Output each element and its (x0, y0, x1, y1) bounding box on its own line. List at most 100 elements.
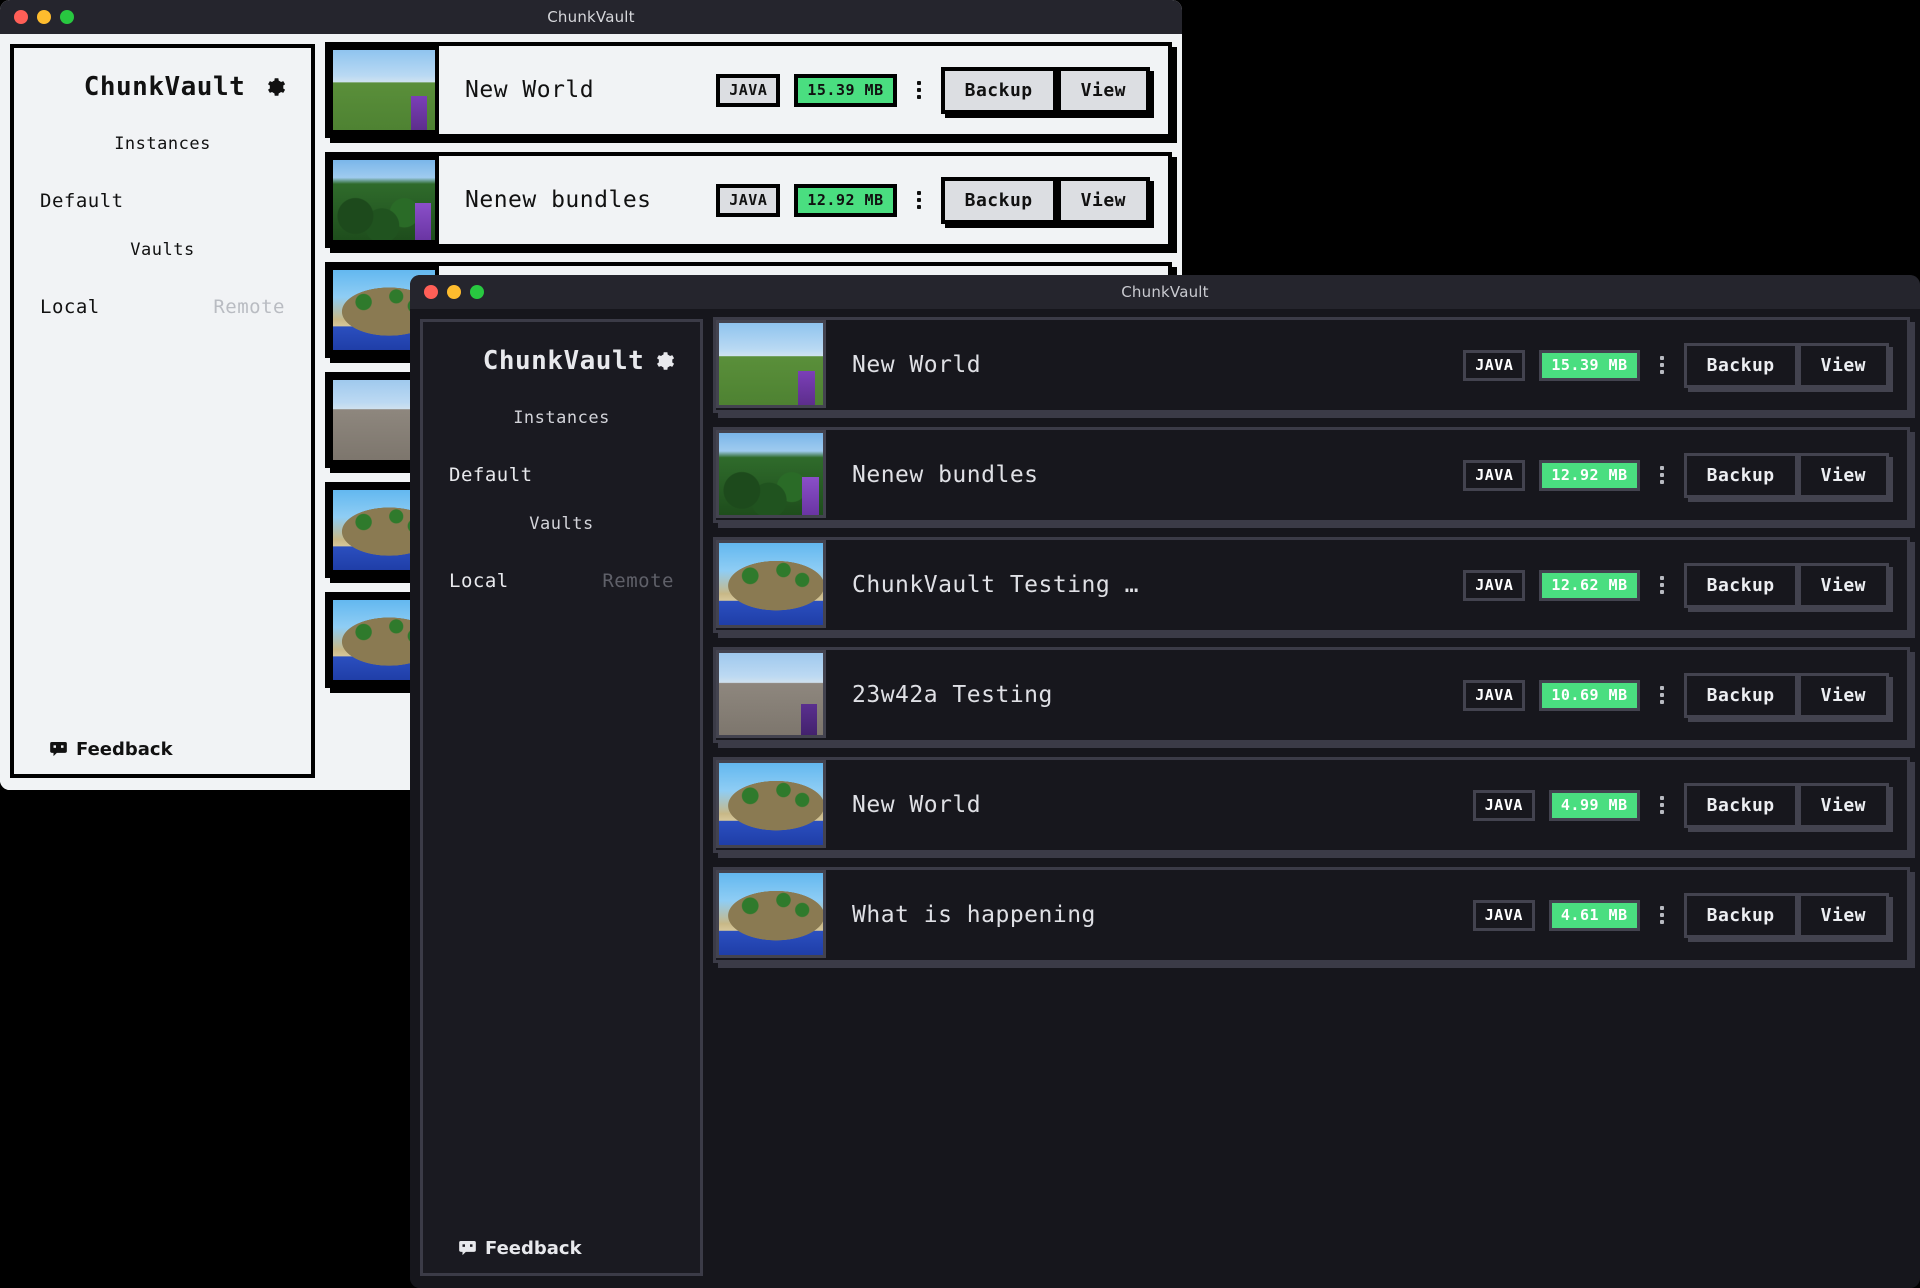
sidebar-panel: ChunkVault Instances Default Vaults (420, 319, 703, 1276)
traffic-lights-dark[interactable] (424, 285, 484, 299)
kebab-menu-icon[interactable] (1654, 356, 1670, 374)
titlebar-light[interactable]: ChunkVault (0, 0, 1182, 34)
platform-badge: JAVA (1473, 900, 1535, 931)
comment-icon (459, 1241, 476, 1256)
world-row[interactable]: Nenew bundlesJAVA12.92 MBBackupView (713, 427, 1910, 523)
world-row[interactable]: What is happeningJAVA4.61 MBBackupView (713, 867, 1910, 963)
world-row-actions: JAVA12.92 MBBackupView (716, 177, 1150, 224)
backup-button[interactable]: Backup (1684, 563, 1798, 608)
view-button[interactable]: View (1057, 177, 1150, 224)
world-row[interactable]: 23w42a TestingJAVA10.69 MBBackupView (713, 647, 1910, 743)
world-thumbnail (329, 156, 439, 244)
world-row-actions: JAVA4.61 MBBackupView (1473, 893, 1889, 938)
feedback-label: Feedback (76, 739, 173, 760)
sidebar-section-instances-label: Instances (441, 408, 682, 428)
kebab-menu-icon[interactable] (1654, 906, 1670, 924)
world-row[interactable]: Nenew bundles JAVA12.92 MBBackupView (325, 152, 1172, 248)
sidebar-dark: ChunkVault Instances Default Vaults (410, 309, 713, 1288)
vaults-nav: Local Remote (32, 296, 293, 318)
world-row-content: New WorldJAVA15.39 MBBackupView (826, 320, 1907, 410)
size-badge: 12.62 MB (1539, 570, 1639, 601)
world-row-actions: JAVA10.69 MBBackupView (1463, 673, 1889, 718)
platform-badge: JAVA (716, 74, 780, 107)
row-button-group: BackupView (1684, 783, 1889, 828)
kebab-menu-icon[interactable] (1654, 466, 1670, 484)
view-button[interactable]: View (1798, 453, 1889, 498)
view-button[interactable]: View (1798, 563, 1889, 608)
platform-badge: JAVA (1473, 790, 1535, 821)
world-name: Nenew bundles (465, 187, 652, 213)
row-button-group: BackupView (941, 67, 1150, 114)
kebab-menu-icon[interactable] (911, 81, 927, 99)
sidebar-item-local[interactable]: Local (40, 296, 100, 318)
backup-button[interactable]: Backup (1684, 453, 1798, 498)
backup-button[interactable]: Backup (1684, 343, 1798, 388)
comment-icon (50, 742, 67, 757)
view-button[interactable]: View (1798, 673, 1889, 718)
view-button[interactable]: View (1798, 343, 1889, 388)
world-name: Nenew bundles (852, 462, 1039, 488)
kebab-menu-icon[interactable] (911, 191, 927, 209)
world-thumbnail (716, 430, 826, 518)
backup-button[interactable]: Backup (941, 67, 1057, 114)
maximize-button-icon[interactable] (60, 10, 74, 24)
backup-button[interactable]: Backup (1684, 673, 1798, 718)
world-row[interactable]: New WorldJAVA15.39 MBBackupView (713, 317, 1910, 413)
world-name: New World (852, 352, 981, 378)
sidebar-item-default[interactable]: Default (449, 464, 533, 486)
sidebar-item-remote[interactable]: Remote (602, 570, 674, 592)
close-button-icon[interactable] (14, 10, 28, 24)
close-button-icon[interactable] (424, 285, 438, 299)
view-button[interactable]: View (1057, 67, 1150, 114)
world-thumbnail (716, 870, 826, 958)
row-button-group: BackupView (1684, 673, 1889, 718)
world-name: New World (465, 77, 594, 103)
chunkvault-window-dark[interactable]: ChunkVault ChunkVault Instances (410, 275, 1920, 1288)
platform-badge: JAVA (1463, 680, 1525, 711)
view-button[interactable]: View (1798, 783, 1889, 828)
feedback-button[interactable]: Feedback (441, 1238, 682, 1259)
backup-button[interactable]: Backup (941, 177, 1057, 224)
row-button-group: BackupView (1684, 893, 1889, 938)
sidebar-item-default[interactable]: Default (40, 190, 124, 212)
platform-badge: JAVA (716, 184, 780, 217)
sidebar-section-instances-label: Instances (32, 134, 293, 154)
gear-icon[interactable] (654, 350, 676, 372)
kebab-menu-icon[interactable] (1654, 576, 1670, 594)
feedback-label: Feedback (485, 1238, 582, 1259)
maximize-button-icon[interactable] (470, 285, 484, 299)
size-badge: 15.39 MB (794, 74, 896, 107)
instances-nav: Default (32, 190, 293, 212)
window-title: ChunkVault (547, 8, 635, 26)
world-thumbnail (716, 760, 826, 848)
world-row[interactable]: New WorldJAVA4.99 MBBackupView (713, 757, 1910, 853)
world-row[interactable]: New World JAVA 15.39 MB BackupView (325, 42, 1172, 138)
world-row-content: What is happeningJAVA4.61 MBBackupView (826, 870, 1907, 960)
world-row-actions: JAVA12.62 MBBackupView (1463, 563, 1889, 608)
sidebar-item-local[interactable]: Local (449, 570, 509, 592)
backup-button[interactable]: Backup (1684, 783, 1798, 828)
gear-icon[interactable] (265, 76, 287, 98)
sidebar-spacer (32, 318, 293, 739)
view-button[interactable]: View (1798, 893, 1889, 938)
kebab-menu-icon[interactable] (1654, 686, 1670, 704)
world-row-actions: JAVA15.39 MBBackupView (1463, 343, 1889, 388)
platform-badge: JAVA (1463, 460, 1525, 491)
feedback-button[interactable]: Feedback (32, 739, 293, 760)
sidebar-item-remote[interactable]: Remote (213, 296, 285, 318)
world-row-content: 23w42a TestingJAVA10.69 MBBackupView (826, 650, 1907, 740)
sidebar-panel: ChunkVault Instances Default Vaults (10, 44, 315, 778)
kebab-menu-icon[interactable] (1654, 796, 1670, 814)
world-thumbnail (716, 650, 826, 738)
world-thumbnail (716, 320, 826, 408)
size-badge: 15.39 MB (1539, 350, 1639, 381)
minimize-button-icon[interactable] (37, 10, 51, 24)
world-row-content: Nenew bundlesJAVA12.92 MBBackupView (826, 430, 1907, 520)
world-thumbnail (329, 46, 439, 134)
titlebar-dark[interactable]: ChunkVault (410, 275, 1920, 309)
traffic-lights-light[interactable] (14, 10, 74, 24)
backup-button[interactable]: Backup (1684, 893, 1798, 938)
world-row[interactable]: ChunkVault Testing (Old…JAVA12.62 MBBack… (713, 537, 1910, 633)
world-list-dark[interactable]: New WorldJAVA15.39 MBBackupViewNenew bun… (713, 309, 1920, 1288)
minimize-button-icon[interactable] (447, 285, 461, 299)
